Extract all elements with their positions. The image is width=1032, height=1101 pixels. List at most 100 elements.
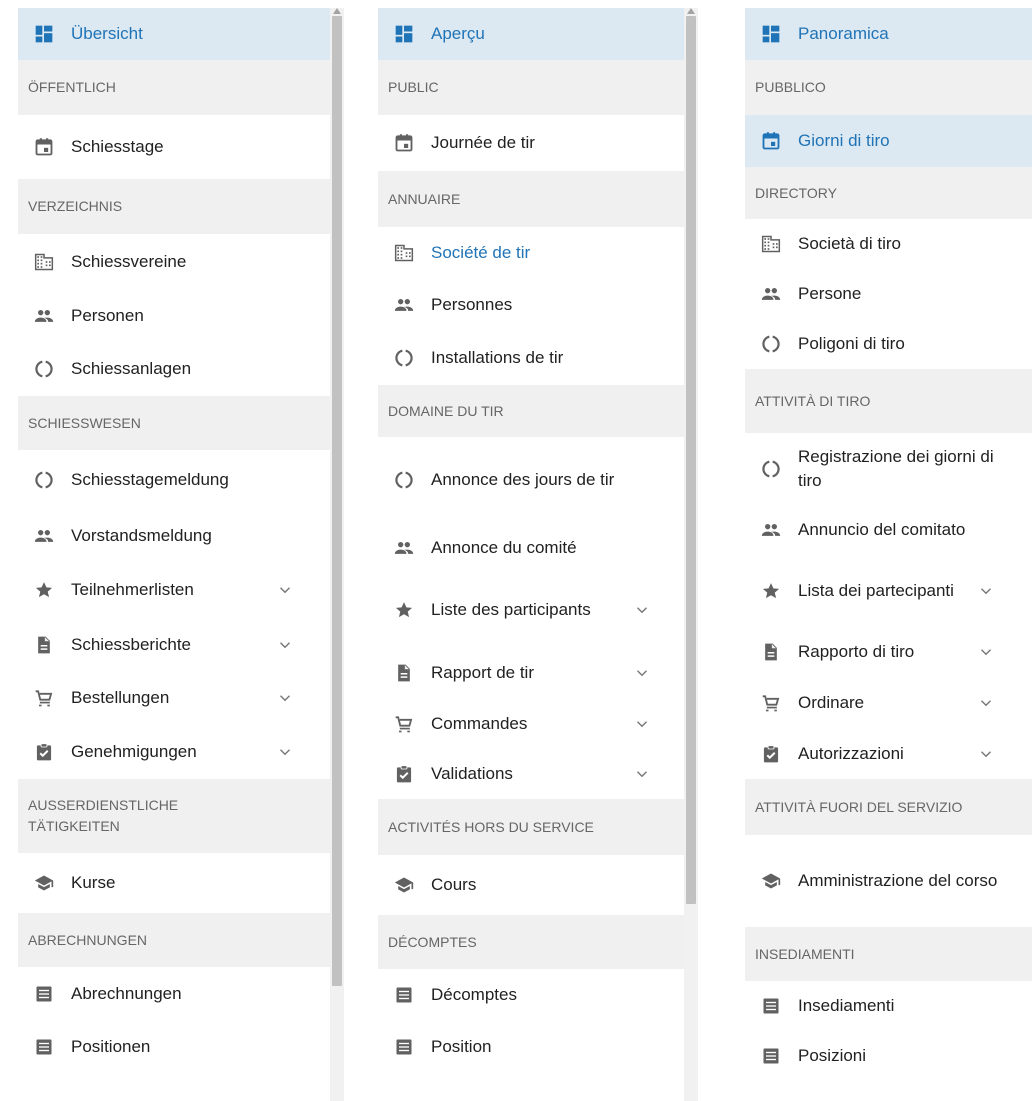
chevron-down-icon[interactable] <box>633 601 651 619</box>
nav-item[interactable]: Commandes <box>378 699 684 749</box>
nav-item[interactable]: Ordinare <box>745 677 1032 729</box>
calendar-icon <box>34 137 54 157</box>
cart-icon <box>34 688 54 708</box>
cart-icon <box>761 693 781 713</box>
nav-item[interactable]: Panoramica <box>745 8 1032 60</box>
nav-item[interactable]: Cours <box>378 855 684 915</box>
nav-item[interactable]: Autorizzazioni <box>745 729 1032 779</box>
nav-item[interactable]: Übersicht <box>18 8 330 60</box>
nav-item[interactable]: Annonce des jours de tir <box>378 437 684 523</box>
scrollbar[interactable] <box>330 8 344 1101</box>
nav-item-label: Rapport de tir <box>431 663 534 682</box>
nav-item[interactable]: Insediamenti <box>745 981 1032 1031</box>
chevron-down-icon[interactable] <box>633 765 651 783</box>
chevron-down-icon[interactable] <box>633 664 651 682</box>
nav-item[interactable]: Schiesstage <box>18 115 330 179</box>
nav-item[interactable]: Aperçu <box>378 8 684 60</box>
section-header: DIRECTORY <box>745 167 1032 219</box>
nav-item-label: Abrechnungen <box>71 984 182 1003</box>
nav-item[interactable]: Schiessberichte <box>18 618 330 672</box>
target-icon <box>394 348 414 368</box>
nav-item[interactable]: Journée de tir <box>378 115 684 171</box>
nav-item-label: Kurse <box>71 873 116 892</box>
nav-item[interactable]: Bestellungen <box>18 672 330 724</box>
nav-item[interactable]: Genehmigungen <box>18 724 330 779</box>
nav-item[interactable]: Installations de tir <box>378 331 684 385</box>
section-header-label: INSEDIAMENTI <box>755 945 855 962</box>
nav-item[interactable]: Amministrazione del corso <box>745 835 1032 927</box>
section-header: AUSSERDIENSTLICHE TÄTIGKEITEN <box>18 779 330 853</box>
nav-item[interactable]: Annuncio del comitato <box>745 505 1032 555</box>
section-header-label: DIRECTORY <box>755 184 837 201</box>
school-icon <box>34 873 54 893</box>
nav-item[interactable]: Vorstandsmeldung <box>18 510 330 562</box>
scroll-up-arrow[interactable] <box>333 8 341 14</box>
nav-item-label: Poligoni di tiro <box>798 334 905 353</box>
nav-item-label: Schiessvereine <box>71 252 187 271</box>
scroll-up-arrow[interactable] <box>687 8 695 14</box>
nav-item[interactable]: Teilnehmerlisten <box>18 562 330 618</box>
nav-item-label: Position <box>431 1037 492 1056</box>
nav-item[interactable]: Liste des participants <box>378 573 684 647</box>
list-icon <box>34 1037 54 1057</box>
chevron-down-icon[interactable] <box>276 743 294 761</box>
nav-item[interactable]: Kurse <box>18 853 330 913</box>
nav-item-label: Installations de tir <box>431 348 564 367</box>
nav-item[interactable]: Abrechnungen <box>18 967 330 1021</box>
chevron-down-icon[interactable] <box>977 745 995 763</box>
chevron-down-icon[interactable] <box>276 636 294 654</box>
chevron-down-icon[interactable] <box>276 581 294 599</box>
nav-item[interactable]: Rapporto di tiro <box>745 627 1032 677</box>
nav-item[interactable]: Schiessanlagen <box>18 342 330 396</box>
section-header: ATTIVITÀ FUORI DEL SERVIZIO <box>745 779 1032 835</box>
nav-item[interactable]: Décomptes <box>378 969 684 1021</box>
nav-item[interactable]: Giorni di tiro <box>745 115 1032 167</box>
nav-item-label: Société de tir <box>431 243 531 262</box>
nav-item[interactable]: Société de tir <box>378 227 684 279</box>
nav-item-label: Personen <box>71 306 144 325</box>
target-icon <box>394 470 414 490</box>
nav-item[interactable]: Personen <box>18 290 330 342</box>
nav-item[interactable]: Rapport de tir <box>378 647 684 699</box>
list-icon <box>761 1046 781 1066</box>
section-header: SCHIESSWESEN <box>18 396 330 450</box>
nav-item-label: Persone <box>798 284 862 303</box>
nav-item-label: Commandes <box>431 714 528 733</box>
section-header: DOMAINE DU TIR <box>378 385 684 437</box>
chevron-down-icon[interactable] <box>977 694 995 712</box>
list-icon <box>34 984 54 1004</box>
nav-item[interactable]: Registrazione dei giorni di tiro <box>745 433 1032 505</box>
nav-item[interactable]: Persone <box>745 269 1032 319</box>
nav-item[interactable]: Personnes <box>378 279 684 331</box>
nav-item[interactable]: Validations <box>378 749 684 799</box>
nav-item-label: Cours <box>431 875 477 894</box>
nav-item[interactable]: Schiesstagemeldung <box>18 450 330 510</box>
target-icon <box>761 334 781 354</box>
chevron-down-icon[interactable] <box>633 715 651 733</box>
chevron-down-icon[interactable] <box>276 689 294 707</box>
nav-item[interactable]: Lista dei partecipanti <box>745 555 1032 627</box>
nav-item[interactable]: Poligoni di tiro <box>745 319 1032 369</box>
list-icon <box>394 985 414 1005</box>
chevron-down-icon[interactable] <box>977 582 995 600</box>
section-header: DÉCOMPTES <box>378 915 684 969</box>
nav-item-label: Posizioni <box>798 1046 867 1065</box>
list-icon <box>394 1037 414 1057</box>
nav-item[interactable]: Annonce du comité <box>378 523 684 573</box>
list-icon <box>761 996 781 1016</box>
section-header: ACTIVITÉS HORS DU SERVICE <box>378 799 684 855</box>
nav-item-label: Annuncio del comitato <box>798 520 966 539</box>
nav-item[interactable]: Società di tiro <box>745 219 1032 269</box>
nav-item[interactable]: Position <box>378 1021 684 1073</box>
nav-item[interactable]: Posizioni <box>745 1031 1032 1081</box>
section-header: ATTIVITÀ DI TIRO <box>745 369 1032 433</box>
sidebar-italian: Panoramica PUBBLICO Giorni di tiro DIRECTOR… <box>745 8 1032 1101</box>
chevron-down-icon[interactable] <box>977 643 995 661</box>
people-icon <box>394 538 414 558</box>
nav-item[interactable]: Schiessvereine <box>18 234 330 290</box>
nav-item[interactable]: Positionen <box>18 1021 330 1073</box>
scrollbar-thumb[interactable] <box>332 16 342 986</box>
scrollbar[interactable] <box>684 8 698 1101</box>
scrollbar-thumb[interactable] <box>686 16 696 904</box>
nav-item-label: Schiessberichte <box>71 635 192 654</box>
